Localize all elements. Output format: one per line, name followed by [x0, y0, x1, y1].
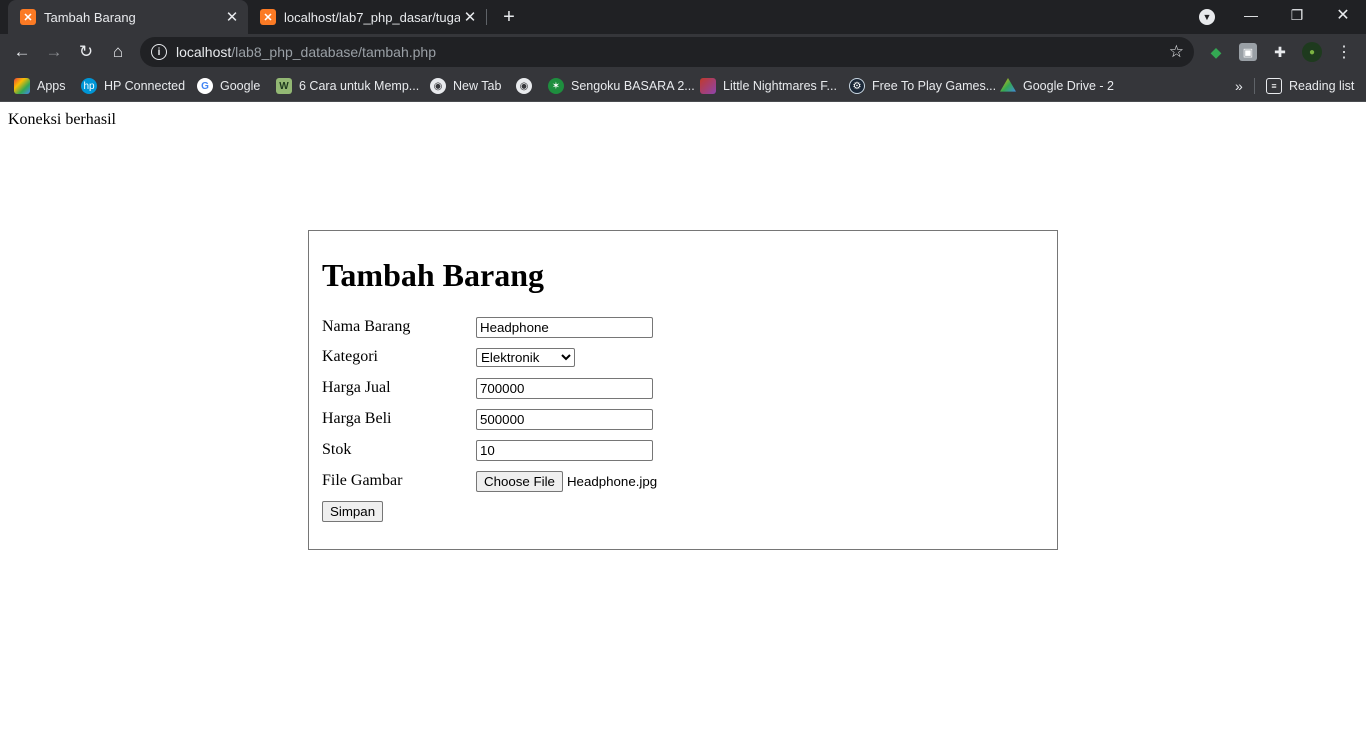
form-container: Tambah Barang Nama Barang Kategori Elekt… [308, 230, 1058, 550]
bookmark-google-drive[interactable]: Google Drive - 2 [1000, 76, 1114, 96]
bookmark-google[interactable]: G Google [197, 76, 260, 96]
tab-title: Tambah Barang [44, 9, 136, 25]
selected-file-name: Headphone.jpg [566, 473, 658, 489]
url-path: /lab8_php_database/tambah.php [231, 44, 436, 60]
row-harga-jual: Harga Jual [322, 377, 1022, 399]
harga-beli-input[interactable] [476, 408, 653, 430]
bookmark-label: Free To Play Games... [872, 79, 997, 93]
reading-list-button[interactable]: ≡ Reading list [1266, 76, 1354, 96]
bookmark-globe[interactable]: ◉ [516, 76, 539, 96]
row-file-gambar: File Gambar Choose File Headphone.jpg [322, 470, 1022, 492]
google-drive-icon [1000, 78, 1016, 92]
hp-logo-icon: hp [81, 78, 97, 94]
tab-divider [486, 9, 487, 25]
bookmark-label: Little Nightmares F... [723, 79, 837, 93]
bookmark-free-to-play[interactable]: ⚙ Free To Play Games... [849, 76, 996, 96]
connection-status: Koneksi berhasil [8, 111, 116, 128]
bookmark-label: New Tab [453, 79, 502, 93]
puzzle-extensions-icon[interactable]: ✚ [1271, 43, 1289, 61]
row-stok: Stok [322, 439, 1022, 461]
simpan-button[interactable]: Simpan [322, 501, 384, 522]
xampp-icon: ✕ [20, 9, 36, 25]
reload-button[interactable]: ↻ [72, 38, 100, 66]
steam-icon: ⚙ [849, 78, 865, 94]
folder-game-icon [700, 78, 716, 94]
sengoku-icon: ✶ [548, 78, 564, 94]
bookmark-divider [1254, 78, 1255, 94]
profile-avatar[interactable]: ● [1302, 42, 1322, 62]
nama-barang-label: Nama Barang [322, 318, 411, 335]
kategori-label: Kategori [322, 348, 378, 365]
file-gambar-label: File Gambar [322, 472, 403, 489]
page-title: Tambah Barang [322, 257, 544, 293]
more-bookmarks-chevron-icon[interactable]: » [1235, 76, 1243, 96]
wikihow-icon: W [276, 78, 292, 94]
close-window-button[interactable]: ✕ [1320, 0, 1366, 30]
bookmark-sengoku-basara[interactable]: ✶ Sengoku BASARA 2... [548, 76, 695, 96]
globe-icon: ◉ [516, 78, 532, 94]
bookmarks-bar: Apps hp HP Connected G Google W 6 Cara u… [0, 70, 1366, 102]
row-nama-barang: Nama Barang [322, 316, 1022, 338]
back-button[interactable]: ← [8, 38, 36, 66]
kategori-select[interactable]: Elektronik [476, 347, 575, 367]
restore-button[interactable]: ❐ [1274, 0, 1320, 30]
nama-barang-input[interactable] [476, 316, 653, 338]
tab-tambah-barang[interactable]: ✕ Tambah Barang ✕ [8, 0, 248, 34]
url-text: localhost/lab8_php_database/tambah.php [176, 44, 436, 60]
forward-button[interactable]: → [40, 38, 68, 66]
bookmark-label: Sengoku BASARA 2... [571, 79, 695, 93]
xampp-icon: ✕ [260, 9, 276, 25]
tab-title: localhost/lab7_php_dasar/tugas.p [284, 9, 460, 25]
tab-search-icon[interactable]: ▼ [1199, 9, 1215, 25]
home-button[interactable]: ⌂ [104, 38, 132, 66]
address-bar[interactable]: i localhost/lab8_php_database/tambah.php… [140, 37, 1194, 67]
bookmark-new-tab[interactable]: ◉ New Tab [430, 76, 501, 96]
tab-lab7[interactable]: ✕ localhost/lab7_php_dasar/tugas.p ✕ [248, 0, 486, 34]
stok-label: Stok [322, 441, 352, 458]
bookmark-label: HP Connected [104, 79, 186, 93]
extension-icon[interactable]: ▣ [1239, 43, 1257, 61]
google-logo-icon: G [197, 78, 213, 94]
browser-toolbar: ← → ↻ ⌂ i localhost/lab8_php_database/ta… [0, 34, 1366, 70]
globe-icon: ◉ [430, 78, 446, 94]
apps-grid-icon [14, 78, 30, 94]
bookmark-wikihow[interactable]: W 6 Cara untuk Memp... [276, 76, 419, 96]
url-host: localhost [176, 44, 232, 60]
harga-jual-input[interactable] [476, 377, 653, 399]
bookmark-hp-connected[interactable]: hp HP Connected [81, 76, 185, 96]
row-harga-beli: Harga Beli [322, 408, 1022, 430]
close-tab-icon[interactable]: ✕ [460, 7, 480, 27]
bookmark-label: Google Drive - 2 [1023, 79, 1115, 93]
bookmark-little-nightmares[interactable]: Little Nightmares F... [700, 76, 837, 96]
bookmark-star-icon[interactable]: ☆ [1169, 42, 1184, 62]
close-tab-icon[interactable]: ✕ [222, 7, 242, 27]
extension-icon[interactable]: ◆ [1207, 43, 1225, 61]
bookmark-label: Google [220, 79, 261, 93]
minimize-button[interactable]: — [1228, 0, 1274, 30]
harga-jual-label: Harga Jual [322, 379, 391, 396]
harga-beli-label: Harga Beli [322, 410, 392, 427]
choose-file-button[interactable]: Choose File [476, 470, 563, 492]
site-info-icon[interactable]: i [151, 44, 167, 60]
bookmark-apps[interactable]: Apps [14, 76, 66, 96]
row-kategori: Kategori Elektronik [322, 346, 1022, 368]
bookmark-label: 6 Cara untuk Memp... [299, 79, 420, 93]
reading-list-icon: ≡ [1266, 78, 1282, 94]
reading-list-label: Reading list [1289, 79, 1355, 93]
stok-input[interactable] [476, 439, 653, 461]
tab-strip: ✕ Tambah Barang ✕ ✕ localhost/lab7_php_d… [0, 0, 1366, 34]
bookmark-label: Apps [37, 79, 66, 93]
menu-kebab-icon[interactable]: ⋮ [1335, 43, 1353, 61]
page-content: Koneksi berhasil Tambah Barang Nama Bara… [0, 103, 1366, 738]
new-tab-button[interactable]: + [498, 6, 520, 28]
